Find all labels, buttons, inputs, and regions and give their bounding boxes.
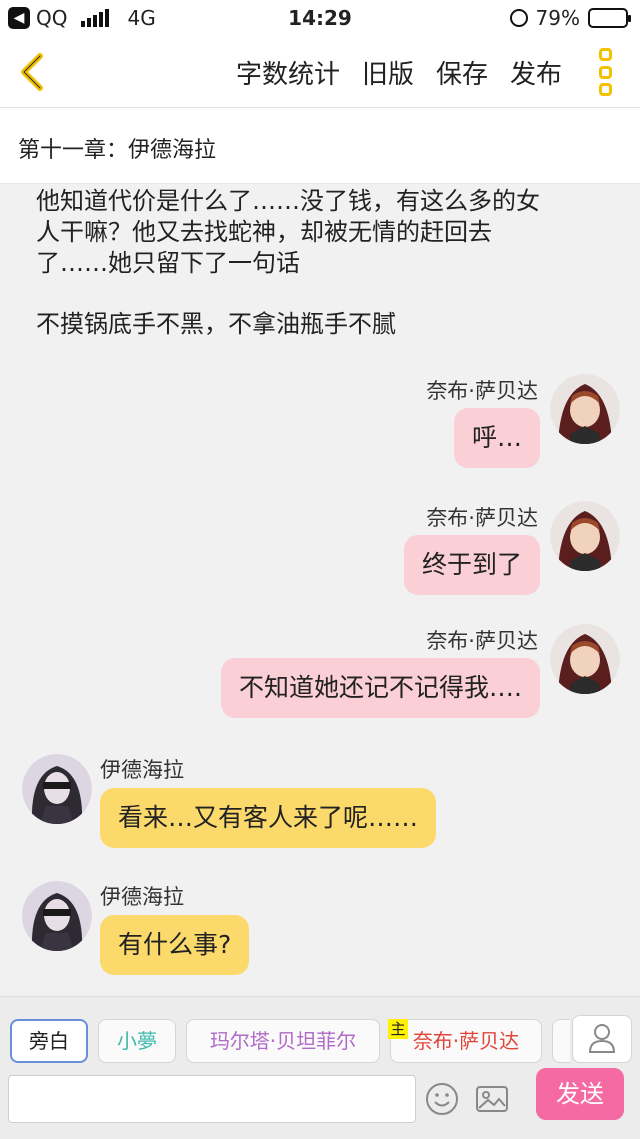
- chat-bubble[interactable]: 不知道她还记不记得我….: [221, 658, 540, 718]
- person-icon[interactable]: [572, 1015, 632, 1063]
- narration-line: 他知道代价是什么了……没了钱，有这么多的女: [36, 187, 540, 215]
- sender-name: 奈布·萨贝达: [426, 629, 538, 653]
- chat-bubble[interactable]: 呼…: [453, 408, 540, 468]
- narration-line: 不摸锅底手不黑，不拿油瓶手不腻: [36, 310, 396, 338]
- status-bar: ◀ QQ 4G 14:29 79%: [0, 0, 640, 36]
- narration-line: 人干嘛？他又去找蛇神，却被无情的赶回去: [36, 218, 492, 246]
- avatar-naib[interactable]: [550, 624, 620, 694]
- chat-bubble[interactable]: 看来…又有客人来了呢……: [100, 788, 437, 848]
- old-version-button[interactable]: 旧版: [362, 54, 414, 91]
- narration-block: 不摸锅底手不黑，不拿油瓶手不腻: [36, 309, 616, 340]
- rotation-lock-icon: [509, 9, 528, 27]
- more-vertical-icon[interactable]: [590, 48, 620, 96]
- message-input[interactable]: [8, 1075, 416, 1123]
- sender-name: 伊德海拉: [100, 885, 184, 909]
- send-button[interactable]: 发送: [536, 1068, 624, 1120]
- composer-panel: 旁白 小夢 玛尔塔·贝坦菲尔 奈布·萨贝达 主 发送: [0, 996, 640, 1139]
- main-character-badge: 主: [388, 1019, 408, 1039]
- image-icon[interactable]: [474, 1081, 510, 1117]
- character-chip-xiaomeng[interactable]: 小夢: [98, 1019, 176, 1063]
- battery-percent: 79%: [535, 6, 580, 30]
- publish-button[interactable]: 发布: [510, 54, 562, 91]
- nav-actions: 字数统计 旧版 保存 发布: [236, 54, 562, 91]
- avatar-ideyhila[interactable]: [22, 754, 92, 824]
- chat-bubble[interactable]: 终于到了: [403, 535, 540, 595]
- sender-name: 伊德海拉: [100, 758, 184, 782]
- narration-line: 了……她只留下了一句话: [36, 249, 300, 277]
- narration-block: 他知道代价是什么了……没了钱，有这么多的女 人干嘛？他又去找蛇神，却被无情的赶回…: [36, 186, 616, 279]
- status-right: 79%: [509, 6, 631, 30]
- sender-name: 奈布·萨贝达: [426, 379, 538, 403]
- chat-bubble[interactable]: 有什么事?: [100, 915, 250, 975]
- character-chip-overflow[interactable]: [552, 1019, 570, 1063]
- character-chip-naib[interactable]: 奈布·萨贝达: [390, 1019, 542, 1063]
- avatar-naib[interactable]: [550, 374, 620, 444]
- sender-name: 奈布·萨贝达: [426, 506, 538, 530]
- smiley-icon[interactable]: [424, 1081, 460, 1117]
- chapter-title: 第十一章：伊德海拉: [0, 108, 640, 184]
- character-chip-narrator[interactable]: 旁白: [10, 1019, 88, 1063]
- save-button[interactable]: 保存: [436, 54, 488, 91]
- story-content[interactable]: 他知道代价是什么了……没了钱，有这么多的女 人干嘛？他又去找蛇神，却被无情的赶回…: [0, 184, 640, 996]
- nav-bar: 字数统计 旧版 保存 发布: [0, 36, 640, 108]
- chevron-left-icon[interactable]: [12, 50, 52, 94]
- word-count-button[interactable]: 字数统计: [236, 54, 340, 91]
- avatar-ideyhila[interactable]: [22, 881, 92, 951]
- avatar-naib[interactable]: [550, 501, 620, 571]
- battery-icon: [588, 8, 631, 28]
- character-chip-marta[interactable]: 玛尔塔·贝坦菲尔: [186, 1019, 380, 1063]
